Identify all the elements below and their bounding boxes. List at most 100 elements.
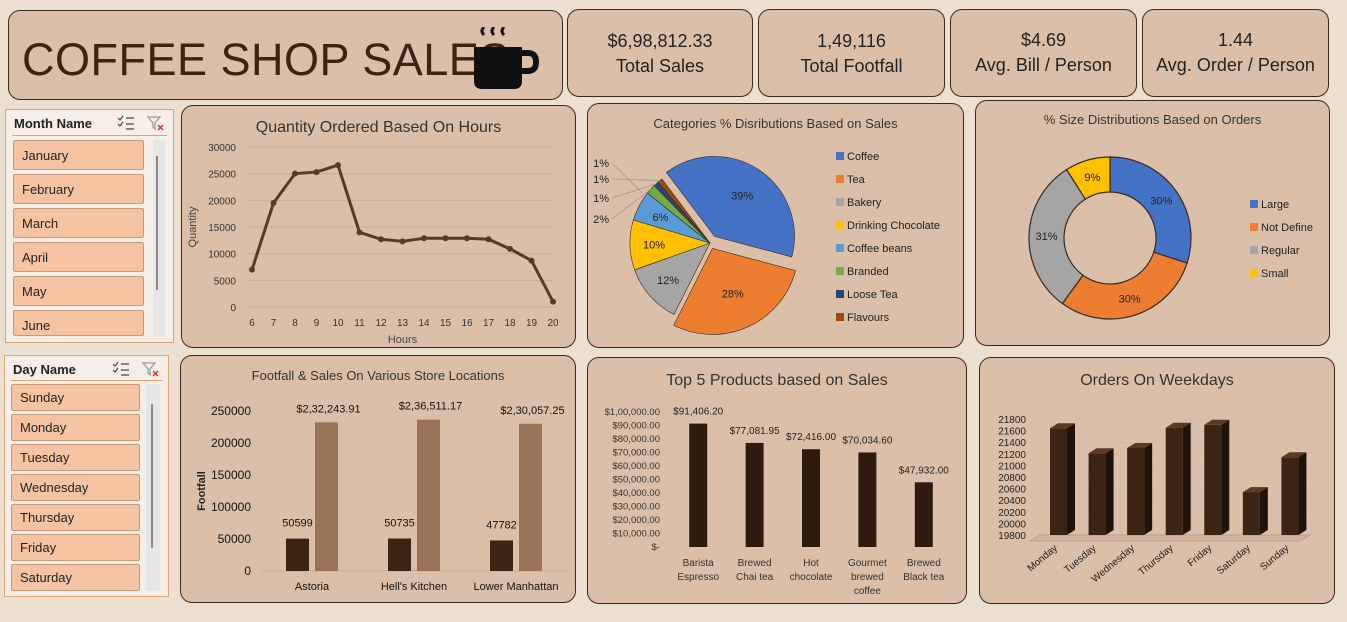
slicer-item-january[interactable]: January [13, 140, 144, 170]
slicer-item-march[interactable]: March [13, 208, 144, 238]
bar-side [1182, 422, 1191, 535]
stores-chart-panel: Footfall & Sales On Various Store Locati… [180, 355, 576, 603]
multi-select-icon[interactable] [116, 114, 136, 132]
slicer-item-june[interactable]: June [13, 310, 144, 336]
slicer-item-friday[interactable]: Friday [11, 534, 140, 561]
data-label: 9% [1084, 172, 1100, 184]
x-tick-label: Espresso [677, 572, 719, 583]
x-tick-label: coffee [854, 586, 881, 597]
clear-filter-icon[interactable] [141, 360, 161, 378]
y-tick-label: 10000 [208, 250, 236, 261]
data-label: 1% [593, 158, 609, 170]
y-tick-label: 19800 [998, 531, 1026, 542]
scrollbar-thumb[interactable] [151, 404, 153, 548]
kpi-avg-order: 1.44 Avg. Order / Person [1142, 9, 1329, 97]
slicer-item-may[interactable]: May [13, 276, 144, 306]
x-tick-label: 10 [332, 318, 344, 329]
x-tick-label: Brewed [738, 558, 772, 569]
slicer-item-monday[interactable]: Monday [11, 414, 140, 441]
data-point [485, 236, 492, 243]
legend-label: Bakery [847, 197, 882, 209]
weekday-bar [1165, 427, 1183, 535]
donut-slice [1109, 156, 1192, 264]
y-tick-label: 200000 [211, 436, 251, 450]
x-tick-label: 11 [354, 318, 365, 329]
slicer-item-tuesday[interactable]: Tuesday [11, 444, 140, 471]
slicer-item-february[interactable]: February [13, 174, 144, 204]
kpi-value: $4.69 [1020, 30, 1067, 50]
data-label: 28% [722, 289, 744, 301]
x-tick-label: Friday [1186, 543, 1214, 569]
multi-select-icon[interactable] [111, 360, 131, 378]
kpi-label: Total Footfall [800, 56, 903, 76]
data-point [507, 245, 513, 252]
data-label: $91,406.20 [673, 407, 723, 418]
x-tick-label: Sunday [1258, 543, 1291, 573]
legend-label: Branded [847, 266, 889, 278]
clear-filter-icon[interactable] [146, 114, 166, 132]
y-tick-label: 21200 [998, 450, 1026, 461]
data-label: 50735 [384, 518, 415, 530]
month-slicer: Month Name January February March April … [5, 109, 174, 343]
slicer-scrollbar[interactable] [146, 384, 160, 591]
product-bar [914, 482, 933, 547]
y-tick-label: 21400 [998, 438, 1026, 449]
x-tick-label: 14 [418, 318, 430, 329]
y-tick-label: 0 [244, 564, 251, 578]
y-tick-label: 21000 [998, 461, 1026, 472]
slicer-item-wednesday[interactable]: Wednesday [11, 474, 140, 501]
y-tick-label: 15000 [208, 223, 236, 234]
x-tick-label: brewed [851, 572, 884, 583]
x-tick-label: Monday [1026, 543, 1060, 574]
sales-bar [315, 422, 338, 571]
legend-swatch [836, 267, 844, 275]
dashboard-title: COFFEE SHOP SALES [22, 34, 510, 85]
weekdays-bar-chart: 1980020000202002040020600208002100021200… [998, 415, 1312, 585]
x-tick-label: 19 [526, 318, 538, 329]
coffee-mug-icon [474, 27, 540, 89]
y-tick-label: $50,000.00 [612, 475, 660, 486]
categories-chart-panel: Categories % Disributions Based on Sales… [587, 103, 964, 348]
slicer-divider [11, 380, 162, 381]
slicer-item-april[interactable]: April [13, 242, 144, 272]
kpi-value: $6,98,812.33 [607, 31, 713, 51]
kpi-label: Avg. Bill / Person [975, 55, 1112, 75]
data-point [270, 200, 277, 206]
slicer-item-thursday[interactable]: Thursday [11, 504, 140, 531]
y-tick-label: 20000 [998, 519, 1026, 530]
x-tick-label: 15 [440, 318, 452, 329]
bar-side [1067, 423, 1075, 535]
leader-line [611, 178, 660, 181]
y-tick-label: 20600 [998, 485, 1026, 496]
legend-swatch [836, 290, 844, 298]
data-point [356, 229, 363, 236]
legend-label: Small [1261, 268, 1289, 280]
legend-label: Drinking Chocolate [847, 220, 940, 232]
x-tick-label: 8 [292, 318, 298, 329]
data-point [335, 162, 341, 169]
kpi-total-footfall: 1,49,116 Total Footfall [758, 9, 945, 97]
data-label: 1% [593, 174, 609, 186]
y-tick-label: 100000 [211, 500, 251, 514]
y-tick-label: 21800 [998, 415, 1026, 426]
slicer-item-sunday[interactable]: Sunday [11, 384, 140, 411]
series-line [250, 163, 555, 303]
data-label: 12% [657, 275, 679, 287]
footfall-bar [286, 538, 309, 571]
legend-label: Tea [847, 174, 866, 186]
x-tick-label: Barista [683, 558, 715, 569]
y-axis-label: Footfall [196, 471, 208, 511]
stores-bar-chart: 0 50000 100000 150000 200000 250000 Footfall 50… [196, 401, 567, 593]
slicer-item-saturday[interactable]: Saturday [11, 564, 140, 591]
x-tick-label: 17 [483, 318, 495, 329]
weekday-bar [1242, 492, 1260, 535]
x-tick-label: 18 [504, 318, 516, 329]
data-point [464, 235, 470, 242]
kpi-value: 1.44 [1217, 30, 1254, 50]
slicer-scrollbar[interactable] [153, 140, 165, 336]
weekday-bar [1204, 424, 1222, 535]
data-point [528, 257, 535, 264]
scrollbar-thumb[interactable] [156, 156, 158, 290]
legend-swatch [836, 152, 844, 160]
y-tick-label: $40,000.00 [612, 488, 660, 499]
